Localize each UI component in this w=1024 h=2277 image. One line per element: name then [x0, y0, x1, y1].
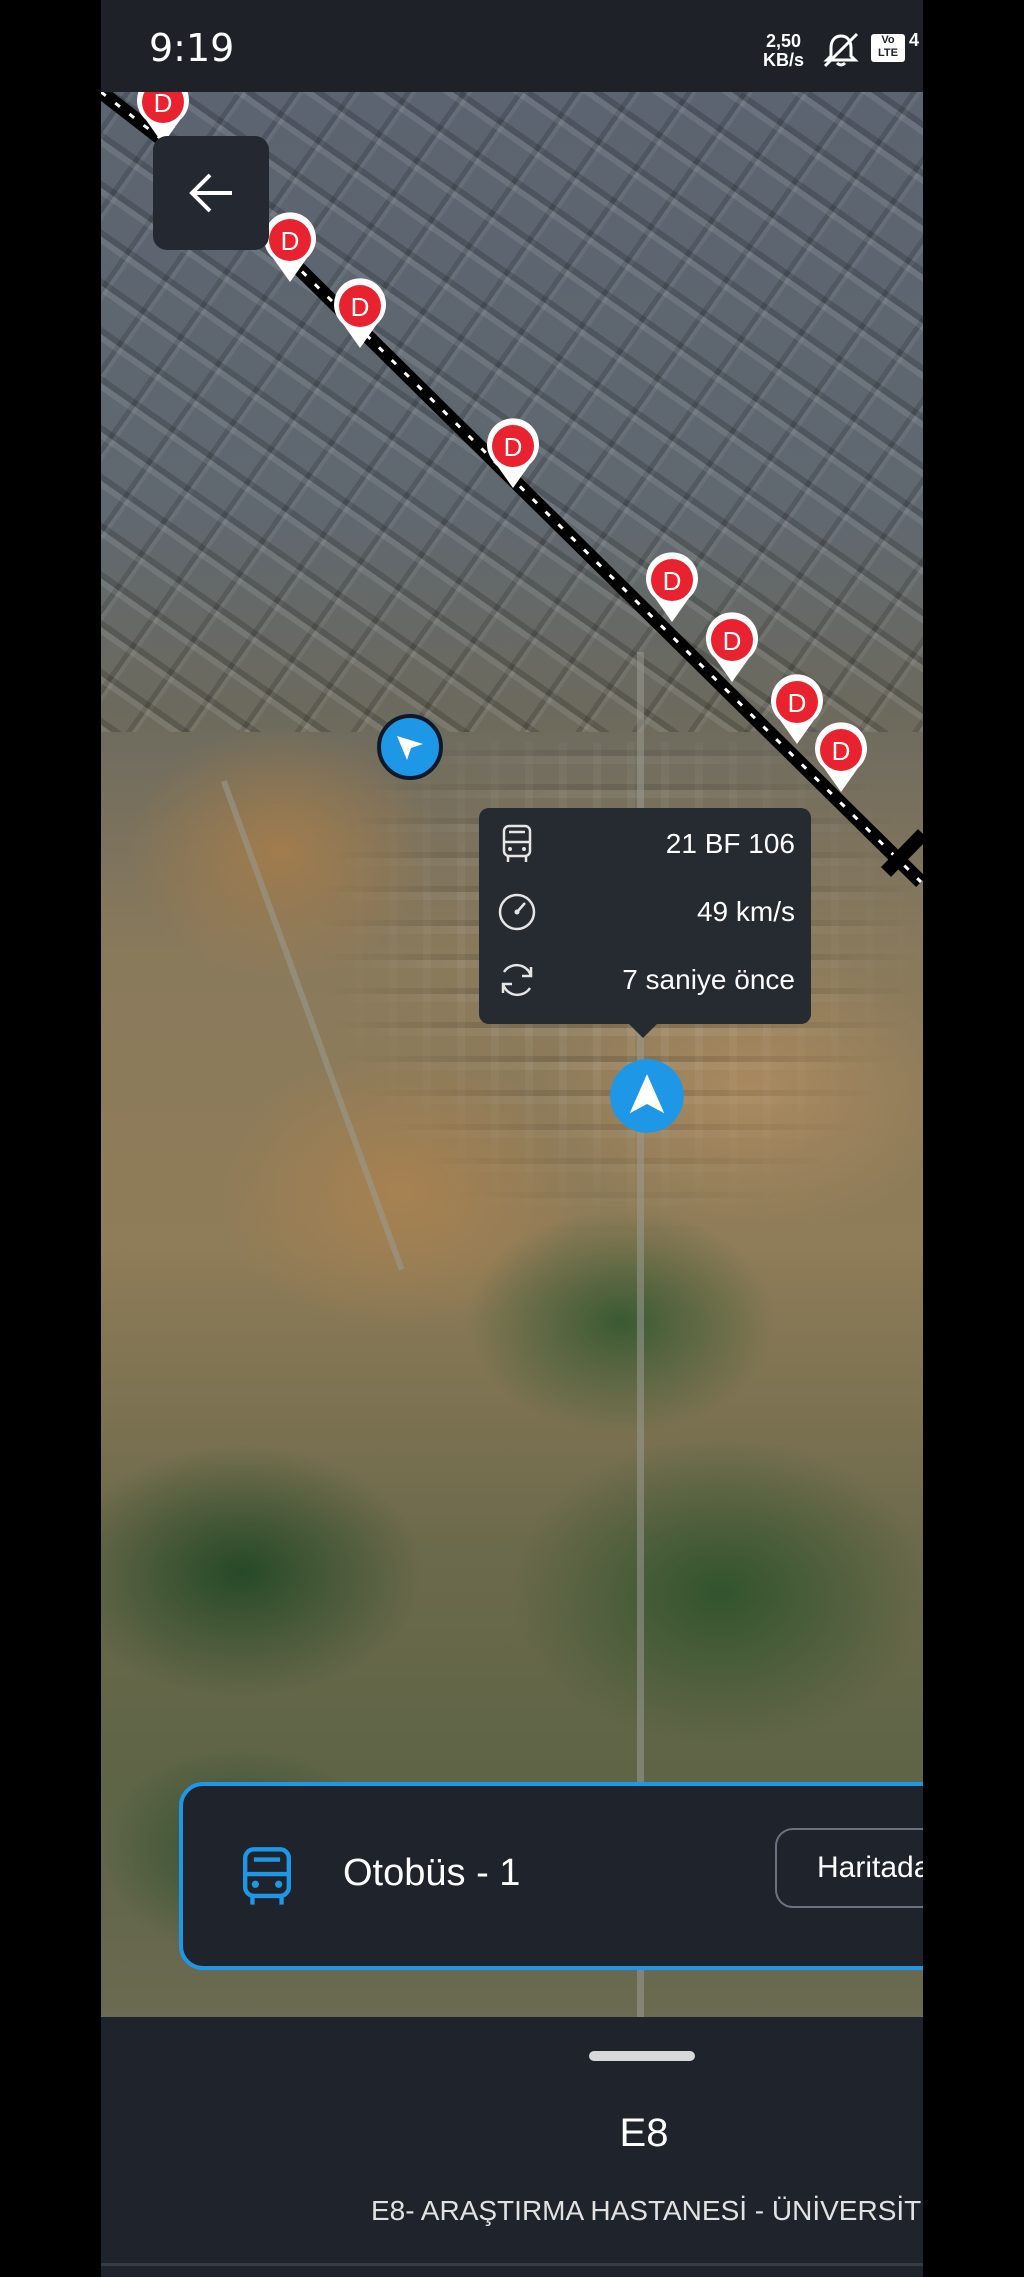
status-bar: 9:19 2,50 KB/s Vo LTE 4 [101, 0, 923, 92]
stop-marker[interactable]: D [812, 722, 870, 794]
route-code: E8 [619, 2111, 669, 2155]
sheet-divider [101, 2263, 923, 2266]
volte-badge: Vo LTE [871, 34, 905, 62]
stop-marker[interactable]: D [643, 552, 701, 624]
network-speed: 2,50 KB/s [763, 32, 804, 70]
last-update-time: 7 saniye önce [622, 964, 795, 995]
bell-off-icon [823, 32, 859, 68]
stop-marker[interactable]: D [703, 612, 761, 684]
route-line [101, 92, 923, 887]
speedometer-icon [498, 893, 536, 931]
popup-row-speed: 49 km/s [495, 882, 795, 938]
status-time: 9:19 [149, 26, 235, 70]
svg-text:D: D [832, 736, 851, 766]
battery-level: 4 [909, 30, 920, 50]
svg-text:D: D [281, 226, 300, 256]
bus-icon [502, 824, 532, 862]
stop-marker[interactable]: D [331, 278, 389, 350]
stop-marker[interactable]: D [261, 212, 319, 284]
svg-text:D: D [663, 566, 682, 596]
vehicle-info-popup: 21 BF 106 49 km/s 7 saniye önce [479, 808, 811, 1038]
back-arrow-icon [189, 173, 232, 213]
vehicle-plate: 21 BF 106 [665, 828, 795, 859]
vehicle-card[interactable]: Otobüs - 1 Haritada [179, 1782, 923, 1970]
network-speed-unit: KB/s [763, 50, 805, 70]
network-speed-value: 2,50 [765, 31, 802, 51]
svg-text:D: D [154, 92, 173, 118]
sheet-drag-handle[interactable] [589, 2051, 695, 2061]
map-view[interactable]: D D D D D D D D 21 BF 106 49 km/s 7 sani… [101, 92, 923, 2017]
svg-text:D: D [504, 432, 523, 462]
svg-text:D: D [723, 626, 742, 656]
phone-screen: 9:19 2,50 KB/s Vo LTE 4 D D D D D D D D [101, 0, 923, 2277]
popup-row-plate: 21 BF 106 [495, 814, 795, 870]
route-code-wrap: E8 [101, 2111, 923, 2156]
bus-icon [243, 1847, 291, 1905]
stop-marker[interactable]: D [484, 418, 542, 490]
refresh-icon [501, 963, 533, 997]
popup-row-updated: 7 saniye önce [495, 950, 795, 1006]
vehicle-speed: 49 km/s [696, 896, 795, 927]
navigation-arrow-icon[interactable] [377, 714, 443, 780]
vehicle-title: Otobüs - 1 [343, 1852, 521, 1894]
navigation-arrow-icon[interactable] [609, 1058, 685, 1134]
route-bottom-sheet[interactable]: E8 E8- ARAŞTIRMA HASTANESİ - ÜNİVERSİTE [101, 2017, 923, 2277]
svg-text:D: D [351, 292, 370, 322]
show-on-map-button[interactable]: Haritada [775, 1828, 923, 1908]
back-button[interactable] [153, 136, 269, 250]
svg-text:D: D [788, 688, 807, 718]
route-name: E8- ARAŞTIRMA HASTANESİ - ÜNİVERSİTE [371, 2195, 923, 2226]
